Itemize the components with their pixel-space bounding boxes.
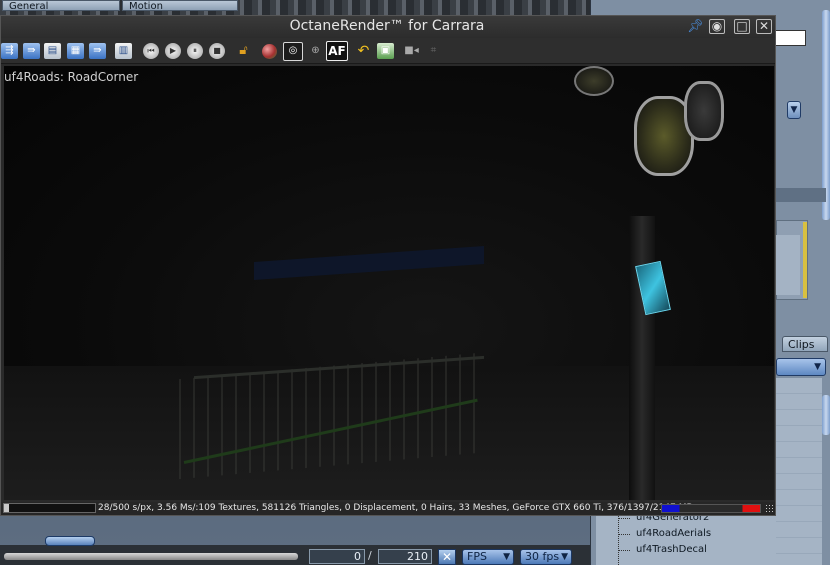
scene-sign <box>574 66 614 96</box>
octane-render-window: OctaneRender™ for Carrara 📌︎ ◉ □ ✕ ⇶ ⇛ ▤… <box>0 15 776 516</box>
close-icon: ✕ <box>441 550 453 564</box>
tree-item[interactable]: uf4TrashDecal <box>618 542 707 558</box>
save-render-icon[interactable]: ▦ <box>67 43 84 59</box>
focus-target-icon[interactable]: ⊕ <box>307 43 324 59</box>
material-ball-icon[interactable] <box>262 44 277 59</box>
scene-label: uf4Roads: RoadCorner <box>4 70 139 84</box>
property-box-inner <box>776 235 800 295</box>
region-icon[interactable]: ⌗ <box>425 43 442 59</box>
close-timeline-button[interactable]: ✕ <box>438 549 456 565</box>
chevron-down-icon: ▼ <box>561 552 568 562</box>
camera-icon[interactable]: ■◂ <box>403 43 420 59</box>
frame-separator: / <box>368 549 372 562</box>
tree-connector <box>618 512 619 565</box>
tab-motion[interactable]: Motion <box>122 0 238 12</box>
book-icon[interactable]: ▥ <box>115 43 132 59</box>
chevron-down-icon: ▼ <box>790 105 798 115</box>
render-status-text: 28/500 s/px, 3.56 Ms/:109 Textures, 5811… <box>98 503 693 513</box>
tab-clips[interactable]: Clips <box>782 336 828 352</box>
panel-divider <box>776 188 826 202</box>
tab-general[interactable]: General <box>2 0 120 12</box>
total-frames-field[interactable]: 210 <box>378 549 432 564</box>
timeline-slider[interactable] <box>4 553 298 560</box>
lock-icon[interactable]: 🔓︎ <box>235 43 252 59</box>
pin-icon[interactable]: 📌︎ <box>687 19 704 35</box>
render-progress-bar <box>3 503 96 513</box>
play-icon[interactable]: ▶ <box>165 43 181 59</box>
render-progress-fill <box>4 504 9 512</box>
resize-grip-icon[interactable] <box>765 504 774 513</box>
window-title: OctaneRender™ for Carrara <box>289 18 485 34</box>
export-scene-icon[interactable]: ⇛ <box>23 43 40 59</box>
export-image-icon[interactable]: ⇛ <box>89 43 106 59</box>
tree-item[interactable]: uf4RoadAerials <box>617 526 711 542</box>
camera-active-icon[interactable]: ◎ <box>283 42 303 61</box>
clips-list <box>776 378 822 565</box>
export-icon[interactable]: ⇶ <box>1 43 18 59</box>
close-icon[interactable]: ✕ <box>755 19 773 35</box>
scene-blue-strip <box>254 245 484 281</box>
stop-icon[interactable]: ■ <box>209 43 225 59</box>
render-settings-icon[interactable]: ▤ <box>44 43 61 59</box>
skip-start-icon[interactable]: ⏮ <box>143 43 159 59</box>
image-window-icon[interactable]: ▣ <box>377 43 394 59</box>
property-dropdown[interactable]: ▼ <box>787 101 801 119</box>
fps-select[interactable]: 30 fps ▼ <box>520 549 572 565</box>
render-viewport[interactable]: uf4Roads: RoadCorner <box>4 66 774 500</box>
memory-usage-bar <box>661 504 761 513</box>
scene-sign <box>684 81 724 141</box>
maximize-icon[interactable]: □ <box>733 19 751 35</box>
timeline-handle[interactable] <box>45 536 95 546</box>
chevron-down-icon: ▼ <box>503 552 510 562</box>
property-highlight <box>803 222 807 298</box>
units-select[interactable]: FPS ▼ <box>462 549 514 565</box>
octane-toolbar: ⇶ ⇛ ▤ ▦ ⇛ ▥ ⏮ ▶ ⏸ ■ 🔓︎ ◎ ⊕ AF ↶ ▣ ■◂ ⌗ <box>1 38 775 64</box>
title-bar[interactable]: OctaneRender™ for Carrara 📌︎ ◉ □ ✕ <box>1 16 775 38</box>
chevron-down-icon: ▼ <box>814 362 821 372</box>
scene-pole <box>629 216 655 500</box>
eye-icon[interactable]: ◉ <box>707 19 727 35</box>
status-bar: 28/500 s/px, 3.56 Ms/:109 Textures, 5811… <box>1 502 775 515</box>
current-frame-field[interactable]: 0 <box>309 549 365 564</box>
clips-dropdown[interactable]: ▼ <box>776 358 826 376</box>
autofocus-icon[interactable]: AF <box>326 41 348 61</box>
clips-scrollbar[interactable] <box>822 395 830 435</box>
pause-icon[interactable]: ⏸ <box>187 43 203 59</box>
undo-icon[interactable]: ↶ <box>355 43 372 59</box>
